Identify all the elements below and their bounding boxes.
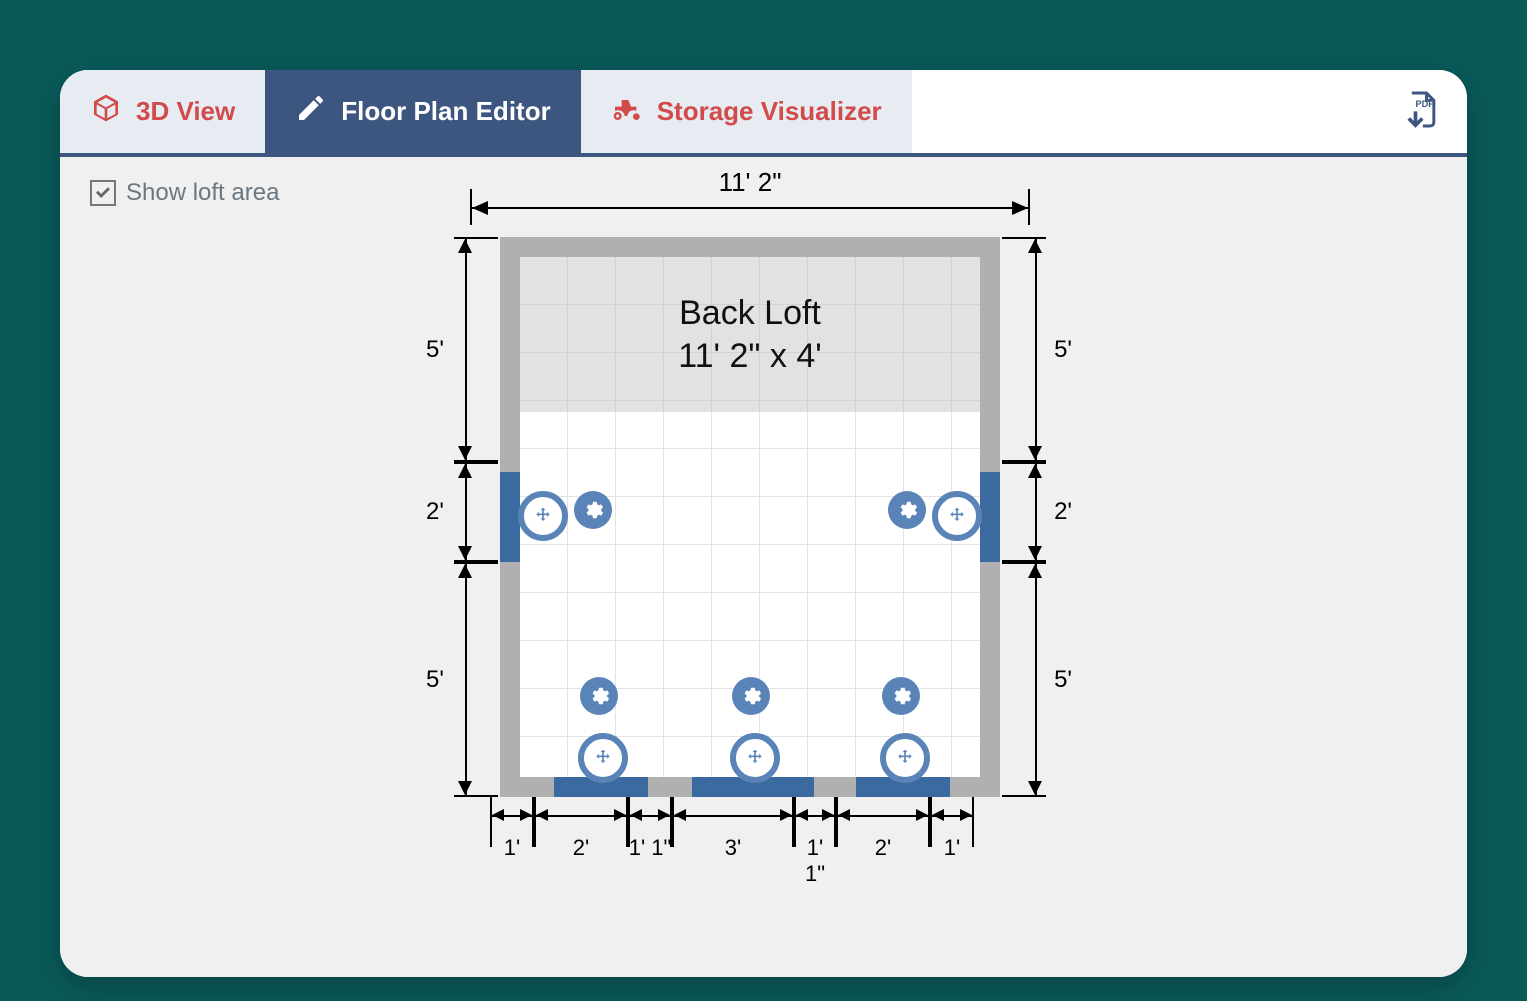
- gear-icon: [890, 685, 912, 707]
- gear-icon: [896, 499, 918, 521]
- dimension-bottom: 1' 2' 1' 1" 3': [500, 797, 1000, 867]
- window-left[interactable]: [500, 472, 520, 562]
- svg-text:PDF: PDF: [1416, 98, 1435, 108]
- app-window: 3D View Floor Plan Editor Storage Visual…: [60, 70, 1467, 977]
- cube-icon: [90, 92, 122, 131]
- move-handle[interactable]: [578, 733, 628, 783]
- pencil-icon: [295, 92, 327, 131]
- export-pdf-button[interactable]: PDF: [1399, 87, 1443, 136]
- settings-button[interactable]: [732, 677, 770, 715]
- gear-icon: [740, 685, 762, 707]
- loft-dims: 11' 2" x 4': [678, 335, 822, 378]
- tab-storage-visualizer[interactable]: Storage Visualizer: [581, 70, 912, 153]
- gear-icon: [588, 685, 610, 707]
- move-icon: [947, 506, 967, 526]
- move-icon: [895, 748, 915, 768]
- editor-canvas: Show loft area 11' 2" 5': [60, 157, 1467, 977]
- tab-label: Storage Visualizer: [657, 96, 882, 127]
- move-icon: [593, 748, 613, 768]
- move-handle[interactable]: [730, 733, 780, 783]
- dimension-left: 5' 2' 5': [430, 237, 500, 797]
- move-handle[interactable]: [880, 733, 930, 783]
- settings-button[interactable]: [580, 677, 618, 715]
- tab-label: Floor Plan Editor: [341, 96, 550, 127]
- loft-title: Back Loft: [679, 292, 821, 335]
- plan-grid[interactable]: Back Loft 11' 2" x 4': [500, 237, 1000, 797]
- settings-button[interactable]: [574, 491, 612, 529]
- tractor-icon: [611, 92, 643, 131]
- move-icon: [745, 748, 765, 768]
- window-right[interactable]: [980, 472, 1000, 562]
- checkbox-label: Show loft area: [126, 179, 279, 207]
- move-handle[interactable]: [932, 491, 982, 541]
- settings-button[interactable]: [888, 491, 926, 529]
- checkbox-icon: [90, 180, 116, 206]
- pdf-download-icon: PDF: [1399, 118, 1443, 135]
- dimension-right: 5' 2' 5': [1000, 237, 1070, 797]
- move-handle[interactable]: [518, 491, 568, 541]
- move-icon: [533, 506, 553, 526]
- gear-icon: [582, 499, 604, 521]
- show-loft-checkbox[interactable]: Show loft area: [90, 179, 279, 207]
- settings-button[interactable]: [882, 677, 920, 715]
- tab-floor-plan-editor[interactable]: Floor Plan Editor: [265, 70, 580, 153]
- dimension-top: 11' 2": [470, 167, 1030, 237]
- tab-label: 3D View: [136, 96, 235, 127]
- dimension-label: 11' 2": [470, 167, 1030, 198]
- tab-3d-view[interactable]: 3D View: [60, 70, 265, 153]
- tab-bar: 3D View Floor Plan Editor Storage Visual…: [60, 70, 1467, 157]
- floor-plan: 11' 2" 5' 2': [430, 167, 1070, 867]
- loft-area[interactable]: Back Loft 11' 2" x 4': [520, 257, 980, 412]
